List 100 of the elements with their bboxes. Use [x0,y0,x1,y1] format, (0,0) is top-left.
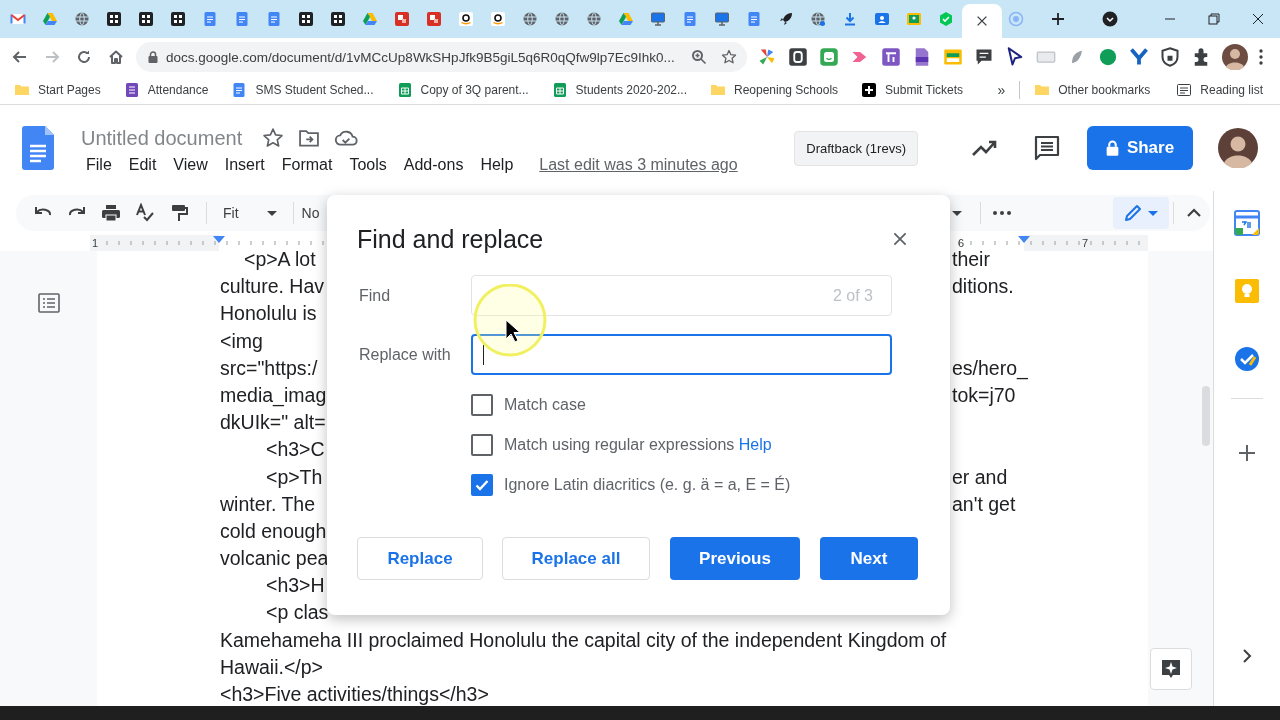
style-dropdown[interactable]: No [301,205,320,221]
smile-icon[interactable] [819,47,839,67]
menu-item[interactable]: View [168,155,213,174]
option-label[interactable]: Ignore Latin diacritics (e. g. ä = a, E = É) [504,476,791,494]
shield-icon[interactable] [1160,47,1180,67]
avatar-icon[interactable] [1222,44,1248,70]
bookmark[interactable]: Copy of 3Q parent... [390,82,535,98]
scrollbar-thumb[interactable] [1202,386,1210,446]
bookmark[interactable]: SMS Student Sched... [225,82,380,98]
globe-icon [522,11,538,27]
document-icon [266,11,282,27]
triangle-icon [618,11,634,27]
collapse-icon[interactable] [1186,208,1202,218]
replace-field[interactable] [471,334,892,375]
more-icon[interactable] [993,211,1011,215]
document-logo-icon[interactable] [22,126,54,170]
menu-item[interactable]: Help [475,155,519,174]
chat-icon[interactable] [974,47,994,67]
menu-item[interactable]: Format [276,155,338,174]
more-bookmarks-button[interactable]: » [997,82,1006,98]
trend-icon[interactable] [972,139,998,157]
close-icon[interactable] [975,14,989,28]
dialog-button[interactable]: Previous [670,537,800,580]
star-icon[interactable] [721,49,737,65]
back-icon[interactable] [12,49,28,65]
check-icon [474,477,490,493]
bookmark[interactable]: Submit Tickets [855,82,970,98]
dialog-button[interactable]: Replace [357,537,483,580]
pointer-icon[interactable] [1005,47,1025,67]
document-icon [682,11,698,27]
more-icon[interactable] [1259,49,1263,65]
grid-icon [298,11,314,27]
checkbox[interactable] [471,434,493,456]
triangle-icon [362,11,378,27]
document-icon [231,82,248,98]
document-title[interactable]: Untitled document [81,126,243,150]
avatar-icon[interactable] [1218,128,1258,168]
document-text: es/hero_ [952,355,1028,382]
reading-list-button[interactable]: Reading list [1170,82,1269,98]
document-text: <p>A lot [244,251,316,272]
star-icon[interactable] [262,127,285,149]
close-icon[interactable] [1252,13,1264,25]
document-text: <h3>C [266,437,325,463]
home-icon[interactable] [108,49,124,65]
draftback-button[interactable]: Draftback (1revs) [794,130,918,166]
bookmark[interactable]: Start Pages [8,82,107,98]
bookmark[interactable]: Students 2020-202... [545,82,693,98]
chevron-right-icon[interactable] [1242,648,1252,664]
caret-icon[interactable] [952,210,962,216]
cursor-icon [505,319,521,343]
restore-icon[interactable] [1208,13,1220,25]
zoom-icon[interactable] [691,49,707,65]
add-icon[interactable] [1238,444,1256,462]
new-tab-icon[interactable] [1050,11,1066,27]
bookmark[interactable]: Reopening Schools [704,82,845,98]
menu-item[interactable]: Edit [123,155,162,174]
reload-icon[interactable] [76,49,92,65]
circle-icon[interactable] [1098,47,1118,67]
menu-item[interactable]: Add-ons [398,155,469,174]
last-edit-link[interactable]: Last edit was 3 minutes ago [539,155,738,174]
fork-icon[interactable] [1129,47,1149,67]
lock-icon [1105,140,1119,156]
color-fan-icon[interactable] [757,47,777,67]
close-icon[interactable] [891,230,909,248]
indent-marker-icon[interactable] [213,236,225,243]
spreadsheet-icon [396,82,413,98]
spellcheck-icon[interactable] [135,203,155,223]
calendar-icon[interactable] [1234,210,1260,236]
dialog-button[interactable]: Next [820,537,918,580]
indent-marker-icon[interactable] [1018,236,1030,243]
folder-move-icon[interactable] [298,127,321,149]
paint-format-icon[interactable] [169,203,189,223]
envelope-icon [10,11,26,27]
comment-icon[interactable] [1034,135,1060,161]
print-icon[interactable] [101,203,121,223]
checkbox[interactable] [471,394,493,416]
tab-search-icon[interactable] [1102,11,1118,27]
dialog-button[interactable]: Replace all [502,537,650,580]
help-link[interactable]: Help [738,436,772,453]
square-icon[interactable] [788,47,808,67]
tasks-icon[interactable] [1234,346,1260,372]
bookmark-folder[interactable]: Other bookmarks [1028,82,1157,98]
menu-item[interactable]: File [81,155,117,174]
monitor-icon [714,11,730,27]
option-label[interactable]: Match using regular expressions Help [504,436,772,454]
slides-icon[interactable] [943,47,963,67]
app-icon [394,11,410,27]
menu-item[interactable]: Insert [219,155,270,174]
option-label[interactable]: Match case [504,396,586,414]
share-button[interactable]: Share [1087,126,1193,170]
editing-mode-button[interactable] [1113,197,1169,229]
explore-button[interactable] [1150,648,1192,690]
checkbox[interactable] [471,474,493,496]
outline-icon[interactable] [37,293,60,313]
tile-icon[interactable] [881,47,901,67]
zoom-dropdown[interactable]: Fit [217,205,283,221]
menu-item[interactable]: Tools [344,155,392,174]
address-bar[interactable]: docs.google.com/document/d/1vMCcUp8WkSHpJfk9B5giL5q6R0qQfw9lp7Ec9Ihk0... [136,42,747,72]
pencil-icon [1124,204,1142,222]
bookmark[interactable]: Attendance [117,82,215,98]
